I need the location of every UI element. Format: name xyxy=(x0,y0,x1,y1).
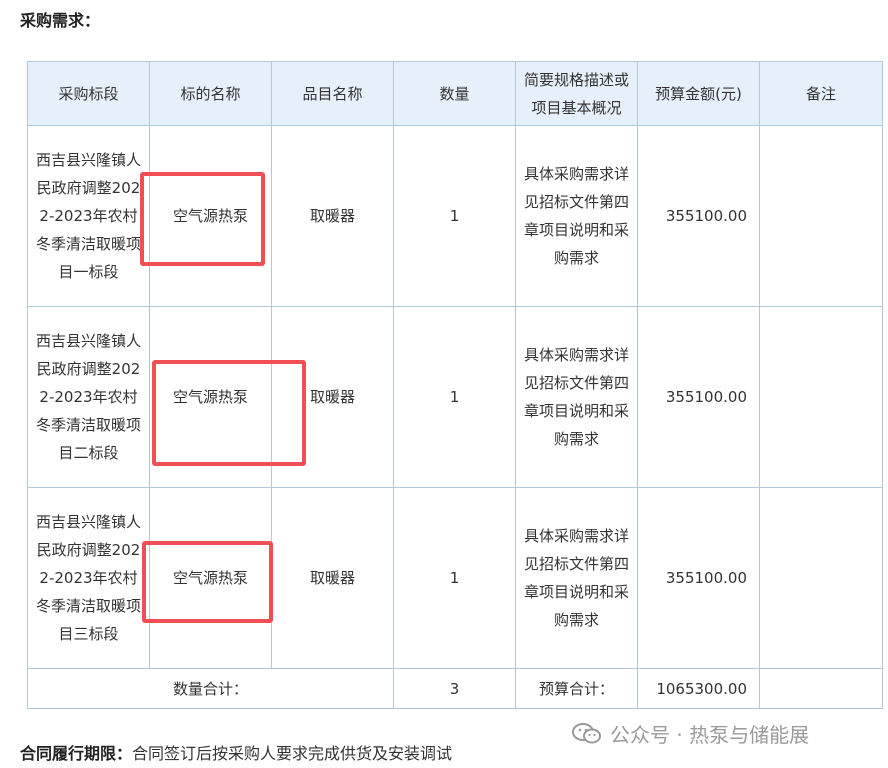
cell-remark xyxy=(759,487,883,669)
cell-section: 西吉县兴隆镇人民政府调整2022-2023年农村冬季清洁取暖项目二标段 xyxy=(27,306,150,488)
cell-section: 西吉县兴隆镇人民政府调整2022-2023年农村冬季清洁取暖项目一标段 xyxy=(27,125,150,307)
total-quantity-value: 3 xyxy=(393,668,516,709)
header-remark: 备注 xyxy=(759,61,883,126)
watermark-text: 公众号 · 热泵与储能展 xyxy=(610,723,810,747)
header-quantity: 数量 xyxy=(393,61,516,126)
header-category: 品目名称 xyxy=(271,61,394,126)
cell-quantity: 1 xyxy=(393,487,516,669)
header-budget: 预算金额(元) xyxy=(637,61,760,126)
totals-row: 数量合计： 3 预算合计： 1065300.00 xyxy=(27,668,883,709)
cell-spec: 具体采购需求详见招标文件第四章项目说明和采购需求 xyxy=(515,487,638,669)
header-target: 标的名称 xyxy=(149,61,272,126)
contract-period-label: 合同履行期限： xyxy=(20,744,133,763)
cell-category: 取暖器 xyxy=(271,125,394,307)
cell-budget: 355100.00 xyxy=(637,306,760,488)
cell-spec: 具体采购需求详见招标文件第四章项目说明和采购需求 xyxy=(515,306,638,488)
header-section: 采购标段 xyxy=(27,61,150,126)
cell-quantity: 1 xyxy=(393,306,516,488)
table-header-row: 采购标段 标的名称 品目名称 数量 简要规格描述或项目基本概况 预算金额(元) … xyxy=(27,61,883,126)
cell-section: 西吉县兴隆镇人民政府调整2022-2023年农村冬季清洁取暖项目三标段 xyxy=(27,487,150,669)
highlight-box xyxy=(142,541,273,623)
cell-budget: 355100.00 xyxy=(637,125,760,307)
cell-remark xyxy=(759,306,883,488)
cell-quantity: 1 xyxy=(393,125,516,307)
total-remark xyxy=(759,668,883,709)
cell-category: 取暖器 xyxy=(271,487,394,669)
cell-budget: 355100.00 xyxy=(637,487,760,669)
header-spec: 简要规格描述或项目基本概况 xyxy=(515,61,638,126)
total-budget-label: 预算合计： xyxy=(515,668,638,709)
wechat-icon xyxy=(572,722,602,746)
contract-period: 合同履行期限：合同签订后按采购人要求完成供货及安装调试 xyxy=(20,740,452,764)
highlight-box xyxy=(140,172,265,266)
cell-remark xyxy=(759,125,883,307)
highlight-box xyxy=(152,360,306,466)
watermark: 公众号 · 热泵与储能展 xyxy=(572,719,809,748)
section-heading: 采购需求： xyxy=(20,11,101,30)
total-quantity-label: 数量合计： xyxy=(27,668,394,709)
cell-spec: 具体采购需求详见招标文件第四章项目说明和采购需求 xyxy=(515,125,638,307)
contract-period-text: 合同签订后按采购人要求完成供货及安装调试 xyxy=(132,744,453,763)
total-budget-value: 1065300.00 xyxy=(637,668,760,709)
